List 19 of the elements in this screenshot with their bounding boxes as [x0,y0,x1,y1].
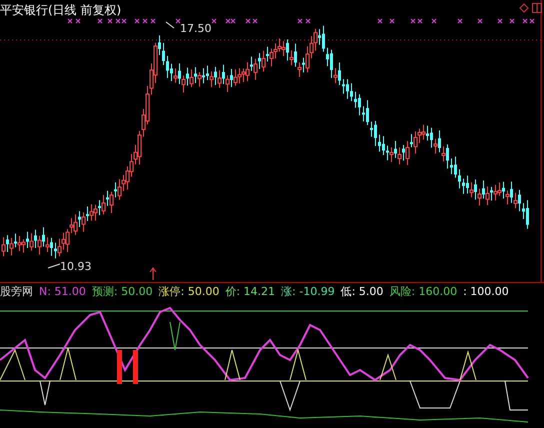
chart-title: 平安银行(日线 前复权) [0,2,122,19]
leader-line [48,264,60,268]
window-icon[interactable] [532,3,542,13]
indicator-value: 预测: 50.00 [92,284,153,299]
low-price-label: 10.93 [60,260,92,273]
high-price-label: 17.50 [180,22,212,35]
indicator-value: 价: 14.21 [225,284,276,299]
indicator-value: : 100.00 [463,285,509,298]
signal-bar [133,350,138,384]
indicator-value: N: 51.00 [39,285,86,298]
indicator-value: 低: 5.00 [340,284,384,299]
arrow-icon [150,267,156,280]
diamond-icon[interactable] [519,3,529,13]
indicator-value: 涨停: 50.00 [158,284,220,299]
indicator-value: 涨: -10.99 [281,284,335,299]
indicator-name: 股旁网 [0,284,33,299]
signal-bar [117,350,122,384]
leader-line [166,22,174,28]
indicator-value: 风险: 160.00 [389,284,458,299]
